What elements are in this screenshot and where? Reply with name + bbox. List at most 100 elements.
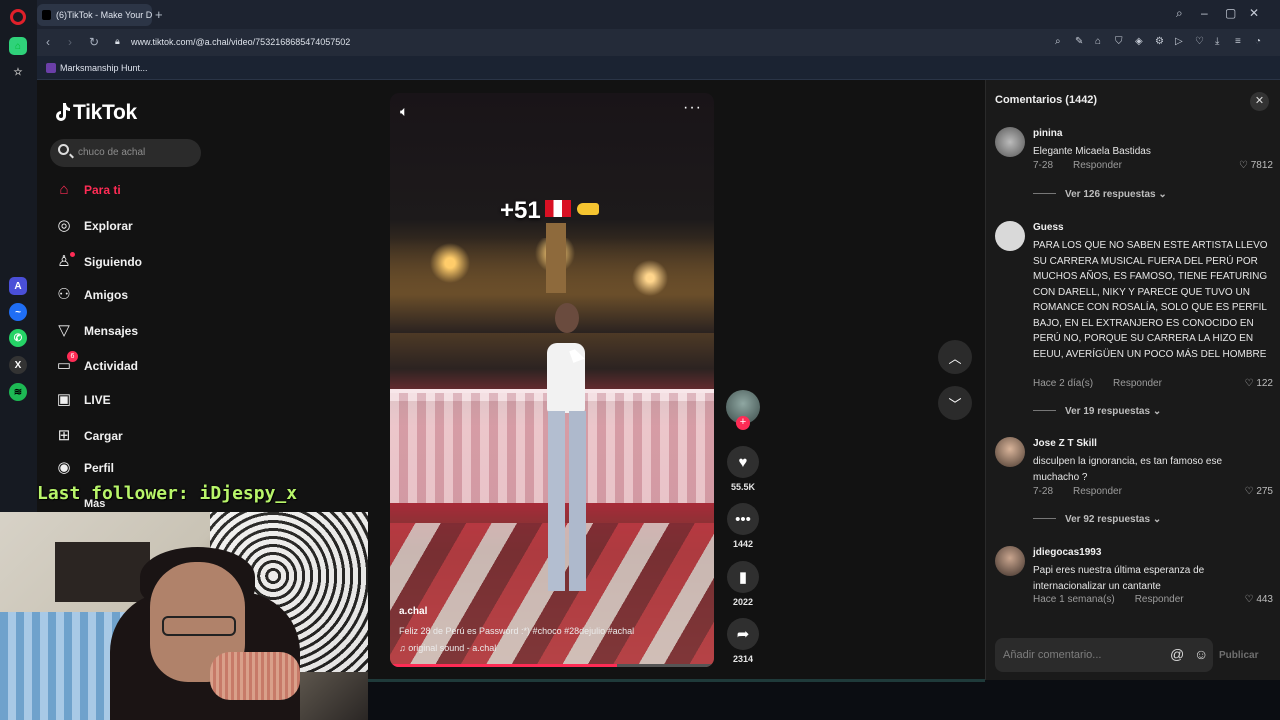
comment-input[interactable]: Añadir comentario... @ ☺ [995,638,1213,672]
avatar[interactable] [995,437,1025,467]
previous-video-chevron-up-icon[interactable]: ︿ [938,340,972,374]
overlay-text: +51 [500,197,541,224]
whatsapp-icon[interactable]: ✆ [9,329,27,347]
spotify-icon[interactable]: ≋ [9,383,27,401]
nav-label: Siguiendo [84,255,142,269]
nav-item-mensajes[interactable]: ▽ Mensajes [55,321,255,341]
edit-icon[interactable]: ✎ [1075,36,1083,47]
comment-like[interactable]: ♡ 122 [1245,378,1273,389]
search-input[interactable]: chuco de achal [50,139,201,167]
microphone [210,652,300,700]
menu-icon[interactable]: ≡ [1235,36,1241,47]
heart-icon[interactable]: ♡ [1195,36,1204,47]
opera-logo-icon[interactable] [10,9,26,25]
video-sound[interactable]: ♫ original sound - a.chal [399,643,496,653]
follow-plus-icon[interactable]: + [736,416,750,430]
nav-item-perfil[interactable]: ◉ Perfil [55,458,255,478]
close-window-icon[interactable]: ✕ [1249,6,1259,20]
video-author[interactable]: a.chal [399,606,427,617]
avatar[interactable] [995,127,1025,157]
play-icon[interactable]: ▷ [1175,36,1183,47]
camera-icon[interactable]: ⌂ [1095,36,1101,47]
comment-like[interactable]: ♡ 7812 [1239,160,1273,171]
dancer-legs [548,411,586,591]
messenger-icon[interactable]: ~ [9,303,27,321]
x-icon[interactable]: X [9,356,27,374]
close-comments-icon[interactable]: ✕ [1250,92,1269,111]
video-progress[interactable] [390,664,714,667]
new-tab-button[interactable]: + [155,7,163,22]
comment-user[interactable]: Jose Z T Skill [1033,438,1097,449]
tiktok-logo[interactable]: TikTok [54,101,137,125]
reload-icon[interactable]: ↻ [89,35,99,49]
share-count: 2314 [732,654,754,664]
share-action[interactable]: ➦ 2314 [726,618,760,664]
bookmarks-bar: Marksmanship Hunt... [37,56,1280,80]
save-action[interactable]: ▮ 2022 [726,561,760,607]
video-description: Feliz 28 de Perú es Password :*) #choco … [399,626,635,636]
comment-icon[interactable]: ••• [727,503,759,535]
more-options-icon[interactable]: ··· [683,99,702,117]
emoji-icon[interactable]: ☺ [1194,646,1208,662]
logo-text: TikTok [73,101,137,124]
like-heart-icon[interactable]: ♥ [727,446,759,478]
shelf [55,542,150,602]
back-icon[interactable]: ‹ [46,35,50,49]
nav-item-cargar[interactable]: ⊞ Cargar [55,426,255,446]
view-replies-label: Ver 19 respuestas [1065,406,1151,417]
url-field[interactable]: 🔒︎ www.tiktok.com/@a.chal/video/75321686… [115,33,1255,52]
minimize-icon[interactable]: – [1201,6,1208,20]
nav-item-siguiendo[interactable]: ♙ Siguiendo [55,252,255,272]
download-icon[interactable]: ⤓ [1215,36,1219,47]
comment-user[interactable]: pinina [1033,128,1062,139]
profile-icon: ◉ [57,459,71,476]
view-replies-button[interactable]: Ver 126 respuestas ⌄ [1033,189,1167,200]
tab-tiktok[interactable]: (6)TikTok - Make Your Day [37,4,152,26]
reply-button[interactable]: Responder [1113,378,1162,389]
url-text: www.tiktok.com/@a.chal/video/75321686854… [131,37,351,47]
avatar[interactable] [995,221,1025,251]
lens-icon[interactable]: ⌕ [1055,36,1061,47]
like-action[interactable]: ♥ 55.5K [726,446,760,492]
creator-avatar[interactable]: + [726,390,760,430]
bookmark-item[interactable]: Marksmanship Hunt... [60,63,148,73]
comment-user[interactable]: jdiegocas1993 [1033,547,1101,558]
comment-text: PARA LOS QUE NO SABEN ESTE ARTISTA LLEVO… [1033,240,1268,360]
next-video-chevron-down-icon[interactable]: ﹀ [938,386,972,420]
peru-flag-icon [544,200,571,217]
home-icon: ⌂ [59,181,69,198]
shield-icon[interactable]: ⛉ [1115,36,1123,47]
reply-button[interactable]: Responder [1135,594,1184,605]
share-icon[interactable]: ➦ [727,618,759,650]
volume-icon[interactable]: 🔈︎ [400,103,408,120]
comment-action[interactable]: ••• 1442 [726,503,760,549]
nav-item-live[interactable]: ▣ LIVE [55,390,255,410]
video-player[interactable]: +51 🔈︎ ··· a.chal Feliz 28 de Perú es Pa… [390,93,714,667]
extension-icon[interactable]: ◈ [1135,36,1143,47]
settings-icon[interactable]: ⚙ [1155,36,1164,47]
nav-label: Cargar [84,429,123,443]
view-replies-button[interactable]: Ver 19 respuestas ⌄ [1033,406,1161,417]
comment-like[interactable]: ♡ 275 [1245,486,1273,497]
publish-button[interactable]: Publicar [1219,650,1258,661]
mention-icon[interactable]: @ [1170,646,1184,662]
nav-item-actividad[interactable]: ▭ 6 Actividad [55,351,255,376]
nav-item-amigos[interactable]: ⚇ Amigos [55,285,255,305]
home-icon[interactable]: ⌂ [9,37,27,55]
pin-icon[interactable]: ☆ [9,63,27,81]
reply-button[interactable]: Responder [1073,486,1122,497]
avatar[interactable] [995,546,1025,576]
aria-icon[interactable]: A [9,277,27,295]
nav-item-para-ti[interactable]: ⌂ Para ti [55,180,255,200]
maximize-icon[interactable]: ▢ [1225,6,1236,20]
comment-like[interactable]: ♡ 443 [1245,594,1273,605]
forward-icon[interactable]: › [68,35,72,49]
reply-button[interactable]: Responder [1073,160,1122,171]
comment-user[interactable]: Guess [1033,222,1064,233]
profile-icon[interactable]: ◔ [1255,36,1261,47]
comment-meta: 7-28 Responder [1033,160,1122,171]
view-replies-button[interactable]: Ver 92 respuestas ⌄ [1033,514,1161,525]
nav-item-explorar[interactable]: ◎ Explorar [55,216,255,236]
bookmark-icon[interactable]: ▮ [727,561,759,593]
search-tabs-icon[interactable]: ⌕ [1176,6,1183,21]
